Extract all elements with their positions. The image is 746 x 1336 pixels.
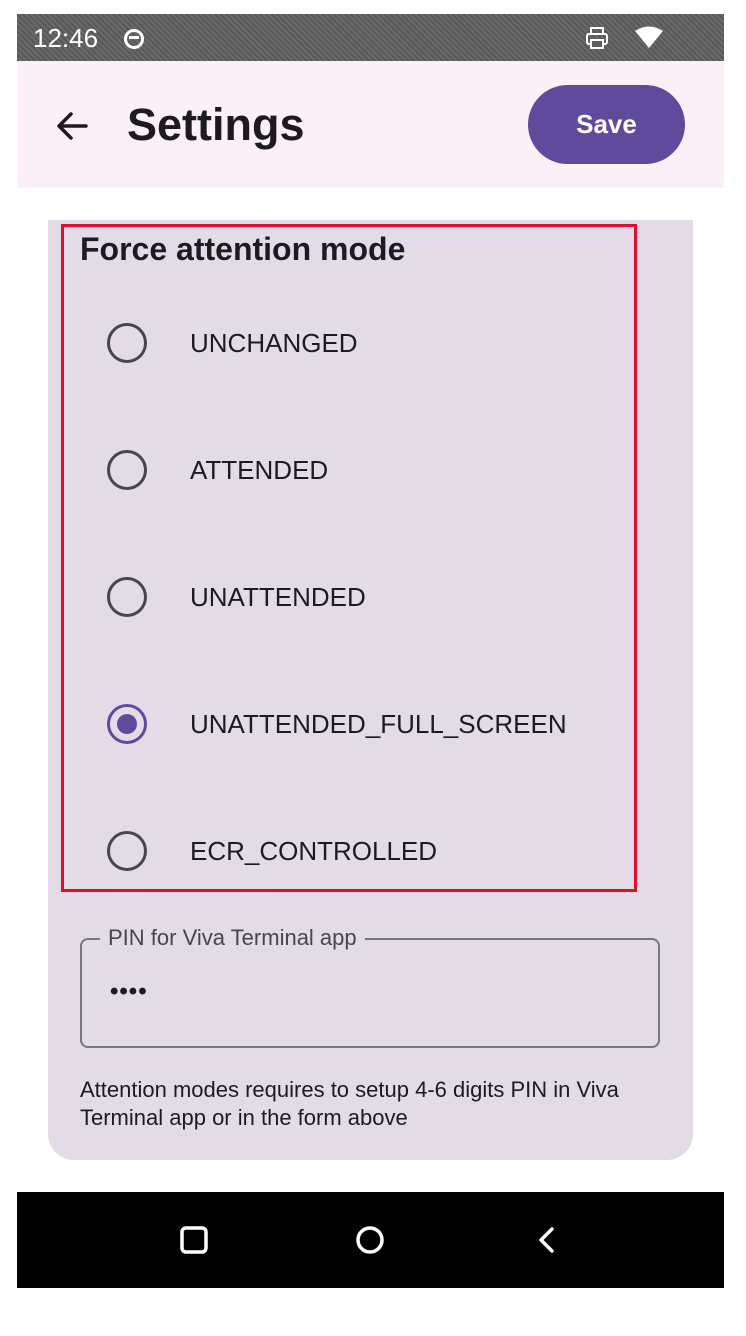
arrow-left-icon	[57, 112, 88, 140]
back-chevron-icon	[539, 1227, 554, 1253]
radio-button-icon[interactable]	[107, 450, 147, 490]
save-button[interactable]: Save	[528, 85, 685, 164]
notification-icon	[124, 29, 144, 49]
status-bar: 12:46	[17, 14, 724, 61]
radio-option-attended[interactable]: ATTENDED	[100, 440, 640, 500]
radio-option-label: ECR_CONTROLLED	[190, 836, 438, 866]
home-circle-icon	[356, 1226, 384, 1254]
back-button[interactable]	[47, 101, 97, 151]
radio-option-unchanged[interactable]: UNCHANGED	[100, 313, 640, 373]
attention-mode-title: Force attention mode	[80, 231, 406, 267]
radio-button-icon[interactable]	[107, 831, 147, 871]
recents-button[interactable]	[172, 1218, 216, 1262]
radio-option-label: UNCHANGED	[190, 328, 358, 358]
pin-input-field[interactable]: PIN for Viva Terminal app ••••	[80, 923, 660, 1048]
radio-button-icon[interactable]	[107, 323, 147, 363]
settings-card: Force attention mode UNCHANGED ATTENDED …	[48, 220, 693, 1160]
pin-field-value[interactable]: ••••	[110, 978, 148, 1006]
home-button[interactable]	[348, 1218, 392, 1262]
pin-helper-text: Attention modes requires to setup 4-6 di…	[80, 1077, 619, 1130]
radio-button-icon[interactable]	[107, 577, 147, 617]
radio-selected-dot	[117, 714, 137, 734]
radio-option-label: UNATTENDED	[190, 582, 366, 612]
system-navigation-bar	[17, 1192, 724, 1288]
recents-square-icon	[180, 1226, 208, 1254]
radio-option-ecr-controlled[interactable]: ECR_CONTROLLED	[100, 821, 640, 881]
nav-back-button[interactable]	[525, 1218, 569, 1262]
radio-option-unattended[interactable]: UNATTENDED	[100, 567, 640, 627]
radio-option-unattended-full-screen[interactable]: UNATTENDED_FULL_SCREEN	[100, 694, 640, 754]
app-bar: Settings Save	[17, 61, 724, 188]
page-title: Settings	[127, 99, 305, 150]
wifi-icon	[635, 26, 663, 48]
pin-field-label: PIN for Viva Terminal app	[100, 923, 365, 953]
device-screen: 12:46 Settings Save Force attention mode…	[17, 14, 724, 1288]
status-time: 12:46	[33, 23, 99, 53]
print-icon	[586, 27, 608, 49]
radio-option-label: ATTENDED	[190, 455, 329, 485]
radio-option-label: UNATTENDED_FULL_SCREEN	[190, 709, 567, 739]
radio-button-selected-icon[interactable]	[107, 704, 147, 744]
